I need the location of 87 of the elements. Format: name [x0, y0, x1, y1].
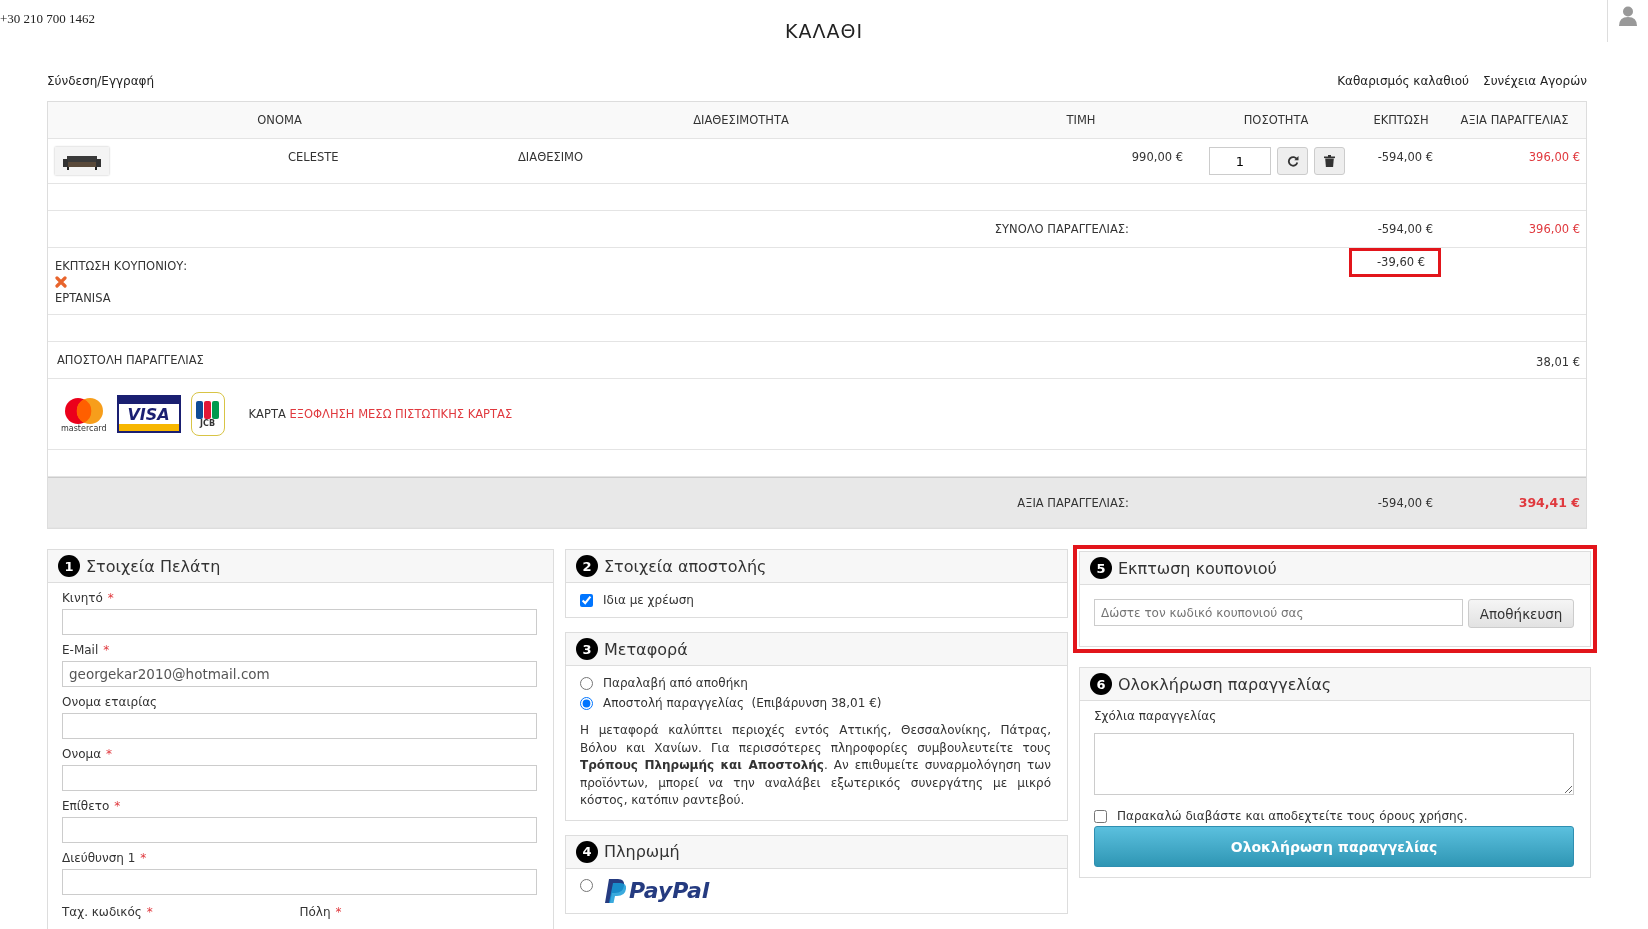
discount-cell-text: -594,00 €: [1376, 495, 1434, 510]
quantity-field[interactable]: 1: [1209, 147, 1271, 175]
column-header: ΔΙΑΘΕΣΙΜΟΤΗΤΑ: [692, 113, 790, 127]
required-mark: *: [107, 591, 114, 605]
field-label: Ταχ. κωδικός: [62, 905, 142, 919]
step-number: 4: [576, 840, 598, 863]
input-field[interactable]: [62, 609, 537, 635]
value-cell-text: 396,00 €: [1527, 149, 1581, 164]
field-label: Ονομα εταιρίας: [62, 695, 158, 709]
subtotal-label: ΣΥΝΟΛΟ ΠΑΡΑΓΓΕΛΙΑΣ:: [993, 222, 1130, 236]
radio-button[interactable]: [580, 878, 593, 892]
availability-cell-text: ΔΙΑΘΕΣΙΜΟ: [517, 149, 585, 164]
radio-button[interactable]: [580, 676, 593, 690]
payment-method: ΚΑΡΤΑ ΕΞΟΦΛΗΣΗ ΜΕΣΩ ΠΙΣΤΩΤΙΚΗΣ ΚΑΡΤΑΣ: [248, 407, 513, 421]
field-label: Επίθετο: [62, 799, 110, 813]
price-cell-text: 990,00 €: [1130, 149, 1184, 164]
radio-label: Παραλαβή από αποθήκη: [603, 676, 748, 690]
coupon-label: ΕΚΠΤΩΣΗ ΚΟΥΠΟΝΙΟΥ:: [55, 259, 188, 273]
checkbox[interactable]: [1094, 809, 1107, 823]
radio-label: Αποστολή παραγγελίας (Επιβάρυνση 38,01 €): [603, 696, 882, 710]
user-icon[interactable]: [1619, 6, 1637, 26]
input-field[interactable]: [62, 869, 537, 895]
column-header: ΑΞΙΑ ΠΑΡΑΓΓΕΛΙΑΣ: [1459, 113, 1570, 127]
checkbox-label: Ιδια με χρέωση: [603, 593, 694, 607]
jcb-logo: JCB: [190, 392, 225, 436]
radio-button[interactable]: [580, 696, 593, 710]
required-mark: *: [114, 799, 121, 813]
input-field[interactable]: georgekar2010@hotmail.com: [62, 661, 537, 687]
column-header: ΠΟΣΟΤΗΤΑ: [1242, 113, 1310, 127]
cart-action-link[interactable]: Καθαρισμός καλαθιού: [1337, 73, 1470, 88]
total-label: ΑΞΙΑ ΠΑΡΑΓΓΕΛΙΑΣ:: [1016, 495, 1130, 510]
panel-title: Εκπτωση κουπονιού: [1118, 558, 1277, 578]
checkbox[interactable]: [580, 593, 593, 607]
panel-title: Μεταφορά: [604, 639, 688, 659]
panel-title: Πληρωμή: [604, 842, 680, 861]
field-label: Κινητό: [62, 591, 103, 605]
total-value: 394,41 €: [1517, 495, 1581, 510]
required-mark: *: [106, 747, 113, 761]
step-number: 1: [58, 555, 80, 577]
coupon-amount: -39,60 €: [1349, 248, 1441, 277]
shipping-label: ΑΠΟΣΤΟΛΗ ΠΑΡΑΓΓΕΛΙΑΣ: [56, 353, 205, 367]
panel-title: Στοιχεία αποστολής: [604, 556, 767, 576]
save-button[interactable]: Αποθήκευση: [1468, 599, 1574, 628]
product-name[interactable]: CELESTE: [288, 150, 339, 164]
input-field[interactable]: [62, 765, 537, 791]
step-number: 3: [576, 638, 598, 660]
page-title: ΚΑΛΑΘΙ: [785, 19, 863, 42]
required-mark: *: [103, 643, 110, 657]
step-number: 2: [576, 555, 598, 577]
input-field[interactable]: [62, 817, 537, 843]
field-label: E-Mail: [62, 643, 99, 657]
cart-action-link[interactable]: Συνέχεια Αγορών: [1483, 73, 1587, 88]
shipping-cost: 38,01 €: [1535, 353, 1581, 369]
step-number: 5: [1090, 557, 1112, 579]
phone-number: +30 210 700 1462: [0, 10, 96, 27]
transport-note: Η μεταφορά καλύπτει περιοχές εντός Αττικής, Θεσσαλονίκης, Πάτρας, Βόλου και Χανίων. Για περισσότερες πληροφορίες συμβουλευτείτε τους Τρόπους Πληρωμής και Αποστολής. Αν επιθυμείτε συναρμολόγηση των προϊόντων, μπορεί να την αναλάβει εξωτερικός συνεργάτης με μικρό κόστος, κατόπιν ραντεβού.: [580, 722, 1051, 809]
column-header: ΕΚΠΤΩΣΗ: [1372, 113, 1430, 127]
refresh-button[interactable]: [1277, 147, 1308, 175]
comments-field[interactable]: [1094, 733, 1574, 795]
refresh-icon: [1286, 155, 1299, 167]
mastercard-logo: mastercard: [61, 395, 107, 433]
field-label: Ονομα: [62, 747, 102, 761]
input-field[interactable]: [62, 713, 537, 739]
paypal-icon: [605, 878, 627, 903]
field-label: Πόλη: [299, 905, 331, 919]
field-label: Σχόλια παραγγελίας: [1094, 709, 1218, 723]
step-number: 6: [1090, 673, 1112, 695]
required-mark: *: [140, 851, 147, 865]
login-link[interactable]: Σύνδεση/Εγγραφή: [47, 73, 155, 88]
coupon-code: EPTANISA: [55, 291, 111, 305]
panel-title: Ολοκλήρωση παραγγελίας: [1118, 674, 1332, 694]
paypal-logo: PayPal: [629, 878, 710, 903]
panel-title: Στοιχεία Πελάτη: [86, 556, 221, 576]
required-mark: *: [335, 905, 342, 919]
remove-icon[interactable]: [55, 276, 67, 288]
column-header: ΤΙΜΗ: [1065, 113, 1097, 127]
value-cell-text: 396,00 €: [1527, 222, 1581, 236]
visa-logo: VISA: [116, 395, 181, 433]
trash-icon: [1324, 155, 1335, 167]
discount-cell-text: -594,00 €: [1376, 222, 1434, 236]
coupon-field[interactable]: Δώστε τον κωδικό κουπονιού σας: [1094, 599, 1463, 626]
required-mark: *: [146, 905, 153, 919]
column-header: ΟΝΟΜΑ: [256, 113, 303, 127]
field-label: Διεύθυνση 1: [62, 851, 136, 865]
discount-cell-text: -594,00 €: [1376, 149, 1434, 164]
checkbox-label: Παρακαλώ διαβάστε και αποδεχτείτε τους όρους χρήσης.: [1117, 809, 1468, 823]
delete-button[interactable]: [1314, 147, 1345, 175]
